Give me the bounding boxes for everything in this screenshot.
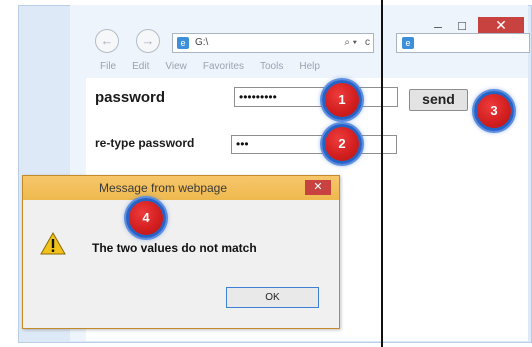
menu-edit[interactable]: Edit [132, 61, 149, 72]
address-bar[interactable]: e G:\ ⌕ ▾ c [172, 33, 374, 53]
divider-line [381, 0, 383, 347]
marker-4: 4 [126, 198, 166, 238]
marker-1: 1 [322, 80, 362, 120]
menu-help[interactable]: Help [299, 61, 320, 72]
ie-page-icon: e [177, 37, 189, 49]
marker-2: 2 [322, 124, 362, 164]
menu-tools[interactable]: Tools [260, 61, 283, 72]
maximize-button[interactable]: ☐ [450, 20, 474, 33]
refresh-icon[interactable]: c [365, 34, 370, 52]
password-label: password [95, 89, 166, 106]
minimize-button[interactable]: – [426, 19, 450, 33]
back-arrow-icon: ← [100, 33, 114, 48]
dialog-close-button[interactable]: ✕ [305, 180, 331, 195]
forward-arrow-icon: → [141, 33, 155, 48]
browser-tab[interactable]: e [396, 33, 530, 53]
dialog-titlebar: Message from webpage ✕ [23, 176, 339, 200]
search-icon[interactable]: ⌕ ▾ [344, 34, 357, 52]
warning-icon [40, 232, 66, 255]
address-text: G:\ [195, 37, 209, 48]
menu-file[interactable]: File [100, 61, 116, 72]
dialog-title: Message from webpage [98, 181, 228, 195]
send-button[interactable]: send [409, 89, 468, 111]
ie-tab-icon: e [402, 37, 414, 49]
menu-favorites[interactable]: Favorites [203, 61, 244, 72]
dialog-body [23, 200, 339, 328]
retype-password-input[interactable]: ••• [231, 135, 397, 154]
retype-password-label: re-type password [95, 136, 195, 150]
back-button[interactable]: ← [95, 29, 119, 53]
marker-3: 3 [474, 91, 514, 131]
password-input[interactable]: ••••••••• [234, 87, 398, 107]
menu-bar: File Edit View Favorites Tools Help [100, 61, 320, 72]
ok-button[interactable]: OK [226, 287, 319, 308]
forward-button[interactable]: → [136, 29, 160, 53]
menu-view[interactable]: View [165, 61, 187, 72]
dialog-message: The two values do not match [92, 241, 257, 255]
